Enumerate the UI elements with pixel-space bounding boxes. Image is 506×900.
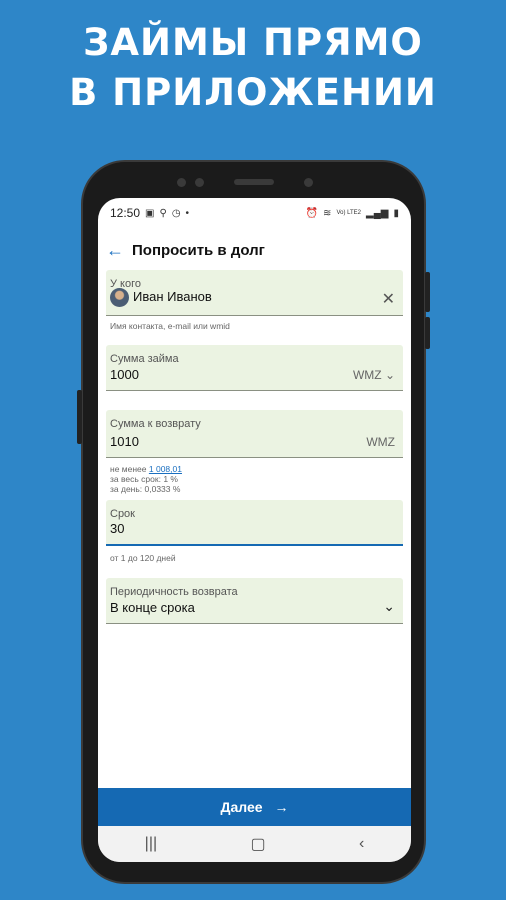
promo-headline: ЗАЙМЫ ПРЯМО В ПРИЛОЖЕНИИ: [0, 18, 506, 118]
system-nav-bar: ||| ▢ ‹: [98, 826, 411, 862]
chevron-down-icon: ⌄: [384, 368, 395, 382]
min-amount-link[interactable]: 1 008,01: [149, 464, 182, 474]
phone-volume-button: [425, 317, 430, 349]
daily-rate: за день: 0,0333 %: [110, 484, 181, 494]
gallery-icon: ▣: [145, 207, 155, 219]
search-icon: ⚲: [159, 207, 167, 219]
term-field[interactable]: Срок 30: [106, 500, 403, 546]
from-field[interactable]: У кого Иван Иванов ✕: [106, 270, 403, 316]
loan-amount-label: Сумма займа: [110, 353, 179, 365]
recent-apps-icon[interactable]: |||: [145, 835, 157, 853]
loan-amount-field[interactable]: Сумма займа 1000 WMZ ⌄: [106, 345, 403, 391]
arrow-right-icon: →: [274, 799, 289, 815]
camera-dot: [195, 178, 204, 187]
phone-volume-button: [425, 272, 430, 312]
promo-line-2: В ПРИЛОЖЕНИИ: [69, 71, 437, 114]
term-value: 30: [110, 521, 125, 536]
next-button[interactable]: Далее →: [98, 788, 411, 826]
phone-frame: 12:50 ▣ ⚲ ◷ • ⏰ ≋ Vo) LTE2 ▂▄▆ ▮ ← Попро…: [77, 160, 430, 884]
repay-amount-value: 1010: [110, 434, 139, 449]
alarm-icon: ⏰: [305, 207, 319, 219]
phone-screen: 12:50 ▣ ⚲ ◷ • ⏰ ≋ Vo) LTE2 ▂▄▆ ▮ ← Попро…: [98, 198, 411, 862]
home-icon[interactable]: ▢: [251, 834, 266, 854]
close-icon[interactable]: ✕: [382, 289, 395, 309]
battery-icon: ▮: [393, 207, 399, 219]
chevron-down-icon: ⌄: [383, 598, 395, 614]
network-label: Vo) LTE2: [336, 209, 362, 216]
phone-side-button: [77, 390, 82, 444]
status-time: 12:50: [110, 206, 141, 220]
loan-amount-value: 1000: [110, 367, 139, 382]
term-label: Срок: [110, 508, 135, 520]
periodicity-value: В конце срока: [110, 600, 195, 615]
back-arrow-icon[interactable]: ←: [106, 240, 128, 261]
repay-currency: WMZ: [366, 435, 395, 449]
wifi-icon: ≋: [323, 207, 332, 219]
contact-name: Иван Иванов: [133, 288, 212, 304]
total-rate: за весь срок: 1 %: [110, 474, 178, 484]
repay-amount-field[interactable]: Сумма к возврату 1010 WMZ: [106, 410, 403, 458]
currency-label: WMZ: [352, 368, 382, 382]
repay-hint: не менее 1 008,01 за весь срок: 1 % за д…: [110, 464, 182, 494]
camera-dot: [177, 178, 186, 187]
avatar: [110, 288, 129, 307]
app-bar: ← Попросить в долг: [98, 228, 411, 272]
signal-icon: ▂▄▆: [366, 207, 389, 219]
min-prefix: не менее: [110, 464, 147, 474]
periodicity-select[interactable]: Периодичность возврата В конце срока ⌄: [106, 578, 403, 624]
page-title: Попросить в долг: [132, 241, 265, 259]
from-value: Иван Иванов: [110, 288, 212, 307]
speaker-grille: [234, 179, 274, 185]
notification-dot: •: [185, 207, 190, 219]
next-label: Далее: [220, 799, 263, 815]
status-bar: 12:50 ▣ ⚲ ◷ • ⏰ ≋ Vo) LTE2 ▂▄▆ ▮: [98, 198, 411, 228]
from-hint: Имя контакта, e-mail или wmid: [110, 321, 230, 331]
periodicity-label: Периодичность возврата: [110, 586, 238, 598]
camera-dot: [304, 178, 313, 187]
clock-icon: ◷: [171, 207, 181, 219]
currency-select[interactable]: WMZ ⌄: [353, 368, 395, 382]
promo-line-1: ЗАЙМЫ ПРЯМО: [83, 21, 423, 64]
term-hint: от 1 до 120 дней: [110, 553, 176, 563]
back-icon[interactable]: ‹: [359, 835, 364, 853]
repay-amount-label: Сумма к возврату: [110, 418, 201, 430]
